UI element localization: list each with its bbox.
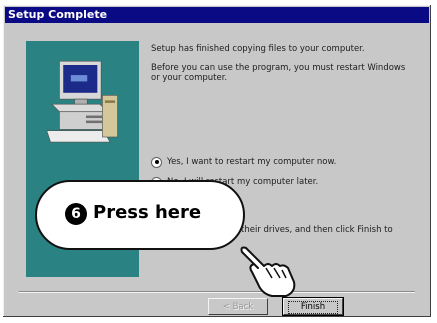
setup-complete-dialog: Setup Complete Setup has finished copyin…	[2, 4, 432, 318]
remove-disks-instruction: their drives, and then click Finish to	[241, 225, 393, 235]
restart-now-option[interactable]: Yes, I want to restart my computer now.	[151, 155, 336, 169]
back-button[interactable]: < Back	[208, 298, 268, 315]
pointing-hand-icon	[240, 246, 296, 297]
status-message: Setup has finished copying files to your…	[151, 44, 365, 54]
step-number-badge: 6	[65, 203, 87, 225]
callout-text: Press here	[93, 202, 202, 223]
finish-label: Finish	[288, 301, 338, 314]
restart-now-radio[interactable]	[151, 156, 162, 168]
computer-icon	[46, 60, 118, 143]
press-here-callout: 6 Press here	[35, 180, 245, 250]
restart-instruction: Before you can use the program, you must…	[151, 63, 406, 83]
button-separator	[19, 291, 415, 293]
title-bar: Setup Complete	[5, 7, 429, 23]
restart-now-label: Yes, I want to restart my computer now.	[167, 157, 337, 167]
finish-button[interactable]: Finish	[282, 297, 344, 316]
